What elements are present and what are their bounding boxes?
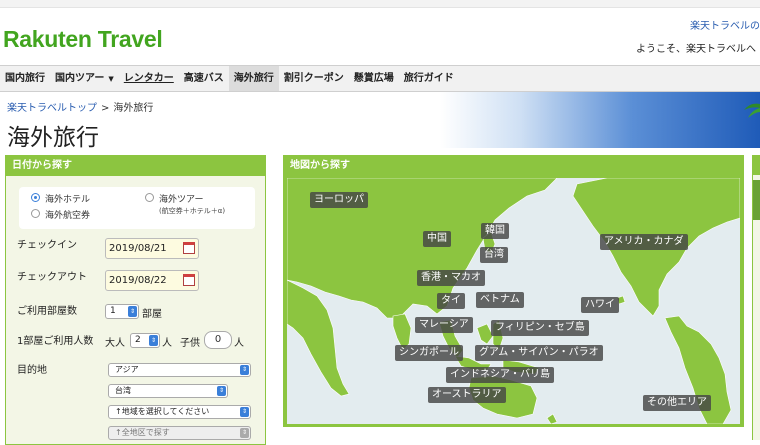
- map-region-philippines-cebu[interactable]: フィリピン・セブ島: [491, 320, 589, 336]
- nav-overseas-travel[interactable]: 海外旅行: [228, 66, 279, 91]
- updown-icon: ⇕: [240, 407, 249, 417]
- map-region-singapore[interactable]: シンガポール: [395, 345, 463, 361]
- right-side-thumbnail-fragment: [753, 180, 760, 220]
- chevron-down-icon: ▼: [108, 75, 114, 83]
- radio-overseas-tour[interactable]: 海外ツアー (航空券＋ホテル＋α): [145, 192, 225, 216]
- child-unit: 人: [234, 338, 244, 349]
- top-strip: [0, 0, 760, 8]
- map-region-indonesia-bali[interactable]: インドネシア・バリ島: [446, 367, 554, 383]
- date-search-panel: 日付から探す 海外ホテル 海外航空券 海外ツアー (航空券＋ホテル＋α) チェック…: [5, 155, 266, 445]
- map-region-hawaii[interactable]: ハワイ: [581, 297, 619, 313]
- calendar-icon[interactable]: [183, 274, 195, 286]
- main-nav: 国内旅行 国内ツアー ▼ レンタカー 高速バス 海外旅行 割引クーポン 懸賞広場 …: [0, 65, 760, 92]
- nav-prize[interactable]: 懸賞広場: [349, 66, 399, 91]
- map-search-panel: 地図から探す ヨーロッパ 中国 韓国 台湾 アメリカ・カナダ 香港・マカオ タイ…: [283, 155, 744, 427]
- map-search-header: 地図から探す: [284, 156, 743, 176]
- child-label: 子供: [180, 338, 200, 349]
- adult-unit: 人: [162, 338, 172, 349]
- world-map[interactable]: ヨーロッパ 中国 韓国 台湾 アメリカ・カナダ 香港・マカオ タイ ベトナム ハ…: [287, 178, 740, 424]
- updown-icon: ⇕: [217, 386, 226, 396]
- map-region-australia[interactable]: オーストラリア: [428, 387, 506, 403]
- radio-overseas-hotel[interactable]: 海外ホテル: [31, 192, 90, 205]
- map-region-malaysia[interactable]: マレーシア: [415, 317, 473, 333]
- calendar-icon[interactable]: [183, 242, 195, 254]
- radio-overseas-air[interactable]: 海外航空券: [31, 208, 90, 221]
- map-region-vietnam[interactable]: ベトナム: [476, 292, 524, 308]
- rooms-select[interactable]: 1 ⇕: [105, 304, 139, 319]
- radio-icon: [145, 193, 154, 202]
- map-region-europe[interactable]: ヨーロッパ: [310, 192, 368, 208]
- welcome-text: ようこそ、楽天トラベルへ: [636, 44, 756, 55]
- breadcrumb: 楽天トラベルトップ > 海外旅行: [7, 103, 154, 114]
- date-search-header: 日付から探す: [6, 156, 265, 176]
- updown-icon: ⇕: [240, 365, 249, 375]
- map-region-other[interactable]: その他エリア: [643, 395, 711, 411]
- map-region-hongkong-macau[interactable]: 香港・マカオ: [417, 270, 485, 286]
- map-region-usa-canada[interactable]: アメリカ・カナダ: [600, 234, 688, 250]
- page-title: 海外旅行: [7, 125, 99, 151]
- nav-travel-guide[interactable]: 旅行ガイド: [399, 66, 459, 91]
- checkout-date-field[interactable]: 2019/08/22: [105, 270, 199, 291]
- checkin-date-field[interactable]: 2019/08/21: [105, 238, 199, 259]
- map-region-guam-saipan-palau[interactable]: グアム・サイパン・パラオ: [475, 345, 603, 361]
- map-region-china[interactable]: 中国: [423, 231, 451, 247]
- child-count-field[interactable]: 0: [204, 331, 232, 349]
- destination-area-select[interactable]: ↑地域を選択してください ⇕: [108, 405, 251, 419]
- adult-select[interactable]: 2 ⇕: [130, 333, 160, 348]
- checkout-label: チェックアウト: [17, 272, 87, 283]
- map-region-korea[interactable]: 韓国: [481, 223, 509, 239]
- destination-subarea-select[interactable]: ↑全地区で探す ⇕: [108, 426, 251, 440]
- updown-icon: ⇕: [240, 428, 249, 438]
- map-region-taiwan[interactable]: 台湾: [480, 247, 508, 263]
- people-label: 1部屋ご利用人数: [17, 336, 94, 347]
- updown-icon: ⇕: [149, 335, 158, 346]
- rooms-label: ご利用部屋数: [17, 306, 77, 317]
- palm-leaf-icon: [744, 103, 760, 118]
- radio-icon: [31, 209, 40, 218]
- breadcrumb-current: 海外旅行: [113, 103, 154, 114]
- destination-region-select[interactable]: アジア ⇕: [108, 363, 251, 377]
- adult-label: 大人: [105, 338, 125, 349]
- promo-banner: [440, 92, 760, 148]
- radio-selected-icon: [31, 193, 40, 202]
- nav-coupon[interactable]: 割引クーポン: [279, 66, 349, 91]
- nav-domestic-tour[interactable]: 国内ツアー ▼: [50, 66, 119, 91]
- rooms-unit: 部屋: [142, 309, 162, 320]
- destination-country-select[interactable]: 台湾 ⇕: [108, 384, 228, 398]
- checkin-label: チェックイン: [17, 240, 77, 251]
- destination-label: 目的地: [17, 365, 47, 376]
- map-region-thailand[interactable]: タイ: [437, 293, 465, 309]
- nav-rental-car[interactable]: レンタカー: [119, 66, 179, 91]
- rakuten-travel-logo[interactable]: Rakuten Travel: [3, 26, 163, 53]
- breadcrumb-home-link[interactable]: 楽天トラベルトップ: [7, 103, 97, 114]
- header-top-link[interactable]: 楽天トラベルの: [690, 17, 760, 32]
- nav-domestic-travel[interactable]: 国内旅行: [0, 66, 50, 91]
- updown-icon: ⇕: [128, 306, 137, 317]
- nav-highway-bus[interactable]: 高速バス: [179, 66, 229, 91]
